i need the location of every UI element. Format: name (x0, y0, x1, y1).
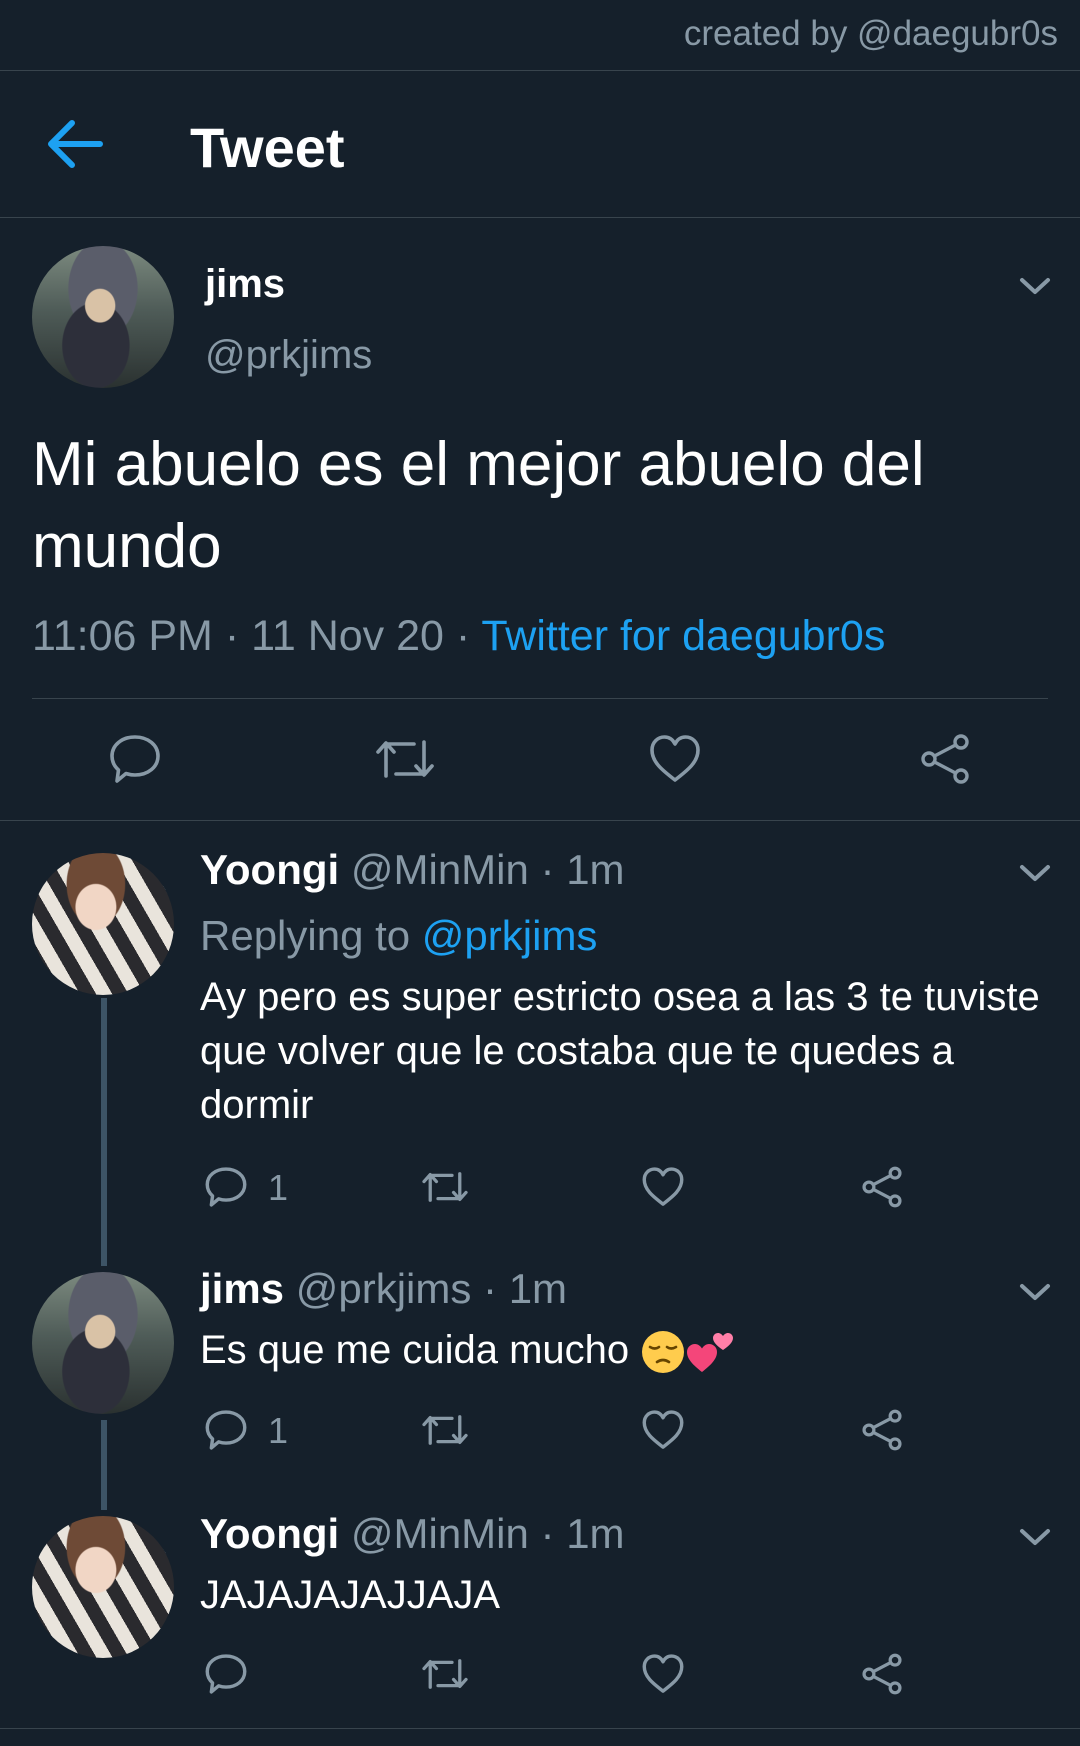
share-icon[interactable] (860, 1652, 904, 1696)
reply-author-handle[interactable]: @MinMin (351, 846, 529, 893)
chevron-down-icon[interactable] (1018, 275, 1052, 297)
thread-connector (101, 998, 107, 1266)
retweet-icon[interactable] (420, 1409, 470, 1451)
share-icon[interactable] (918, 732, 972, 786)
avatar[interactable] (32, 246, 174, 388)
reply-age: 1m (508, 1265, 568, 1312)
reply-text: Ay pero es super estricto osea a las 3 t… (200, 975, 1040, 1127)
reply-icon[interactable] (108, 732, 162, 786)
meta-separator: · (540, 846, 555, 893)
two-hearts-emoji (687, 1333, 734, 1373)
reply-author-name[interactable]: Yoongi (200, 846, 339, 893)
replying-label: Replying to (200, 912, 411, 959)
tweet-time: 11:06 PM (32, 612, 213, 660)
reply-header: Yoongi @MinMin · 1m (200, 1510, 625, 1558)
meta-separator: · (455, 612, 471, 660)
like-icon[interactable] (641, 1408, 685, 1452)
reply-text: Es que me cuida mucho (200, 1328, 630, 1372)
reply-icon[interactable] (204, 1165, 248, 1209)
divider (0, 1728, 1080, 1729)
reply-header: jims @prkjims · 1m (200, 1265, 567, 1313)
retweet-icon[interactable] (420, 1166, 470, 1208)
reply-text-row: Es que me cuida mucho (200, 1323, 1040, 1377)
pensive-face-emoji (642, 1331, 685, 1374)
like-icon[interactable] (648, 732, 702, 786)
reply-count: 1 (268, 1410, 289, 1451)
chevron-down-icon[interactable] (1018, 1526, 1052, 1548)
retweet-icon[interactable] (420, 1653, 470, 1695)
avatar[interactable] (32, 853, 174, 995)
divider (0, 820, 1080, 821)
credit-bar: created by @daegubr0s (0, 0, 1080, 71)
reply-age: 1m (566, 846, 625, 893)
author-handle[interactable]: @prkjims (205, 333, 372, 378)
header: Tweet (0, 71, 1080, 218)
tweet-source-link[interactable]: Twitter for daegubr0s (481, 612, 885, 660)
thread-connector (101, 1420, 107, 1510)
like-icon[interactable] (641, 1652, 685, 1696)
share-icon[interactable] (860, 1165, 904, 1209)
like-icon[interactable] (641, 1165, 685, 1209)
reply-icon[interactable] (204, 1652, 248, 1696)
reply-author-name[interactable]: jims (200, 1265, 284, 1312)
avatar[interactable] (32, 1272, 174, 1414)
tweet-date: 11 Nov 20 (251, 612, 444, 660)
meta-separator: · (483, 1265, 498, 1312)
tweet-detail-screen: created by @daegubr0s Tweet jims @prkjim… (0, 0, 1080, 1746)
meta-separator: · (540, 1510, 555, 1557)
avatar[interactable] (32, 1516, 174, 1658)
back-arrow-icon[interactable] (44, 117, 104, 171)
credit-text: created by @daegubr0s (683, 14, 1058, 53)
page-title: Tweet (190, 116, 345, 179)
reply-age: 1m (566, 1510, 625, 1557)
meta-separator: · (224, 612, 240, 660)
chevron-down-icon[interactable] (1018, 1281, 1052, 1303)
retweet-icon[interactable] (374, 732, 436, 786)
replying-mention-link[interactable]: @prkjims (422, 912, 598, 959)
reply-author-name[interactable]: Yoongi (200, 1510, 339, 1557)
reply-icon[interactable] (204, 1408, 248, 1452)
reply-header: Yoongi @MinMin · 1m (200, 846, 625, 894)
divider (32, 698, 1048, 699)
author-name[interactable]: jims (205, 262, 285, 307)
tweet-text: Mi abuelo es el mejor abuelo del mundo (32, 430, 925, 581)
share-icon[interactable] (860, 1408, 904, 1452)
tweet-meta: 11:06 PM · 11 Nov 20 · Twitter for daegu… (32, 612, 885, 661)
chevron-down-icon[interactable] (1018, 862, 1052, 884)
reply-author-handle[interactable]: @prkjims (296, 1265, 472, 1312)
reply-count: 1 (268, 1167, 289, 1208)
reply-author-handle[interactable]: @MinMin (351, 1510, 529, 1557)
reply-text: JAJAJAJAJJAJA (200, 1573, 501, 1617)
replying-to: Replying to @prkjims (200, 912, 597, 960)
